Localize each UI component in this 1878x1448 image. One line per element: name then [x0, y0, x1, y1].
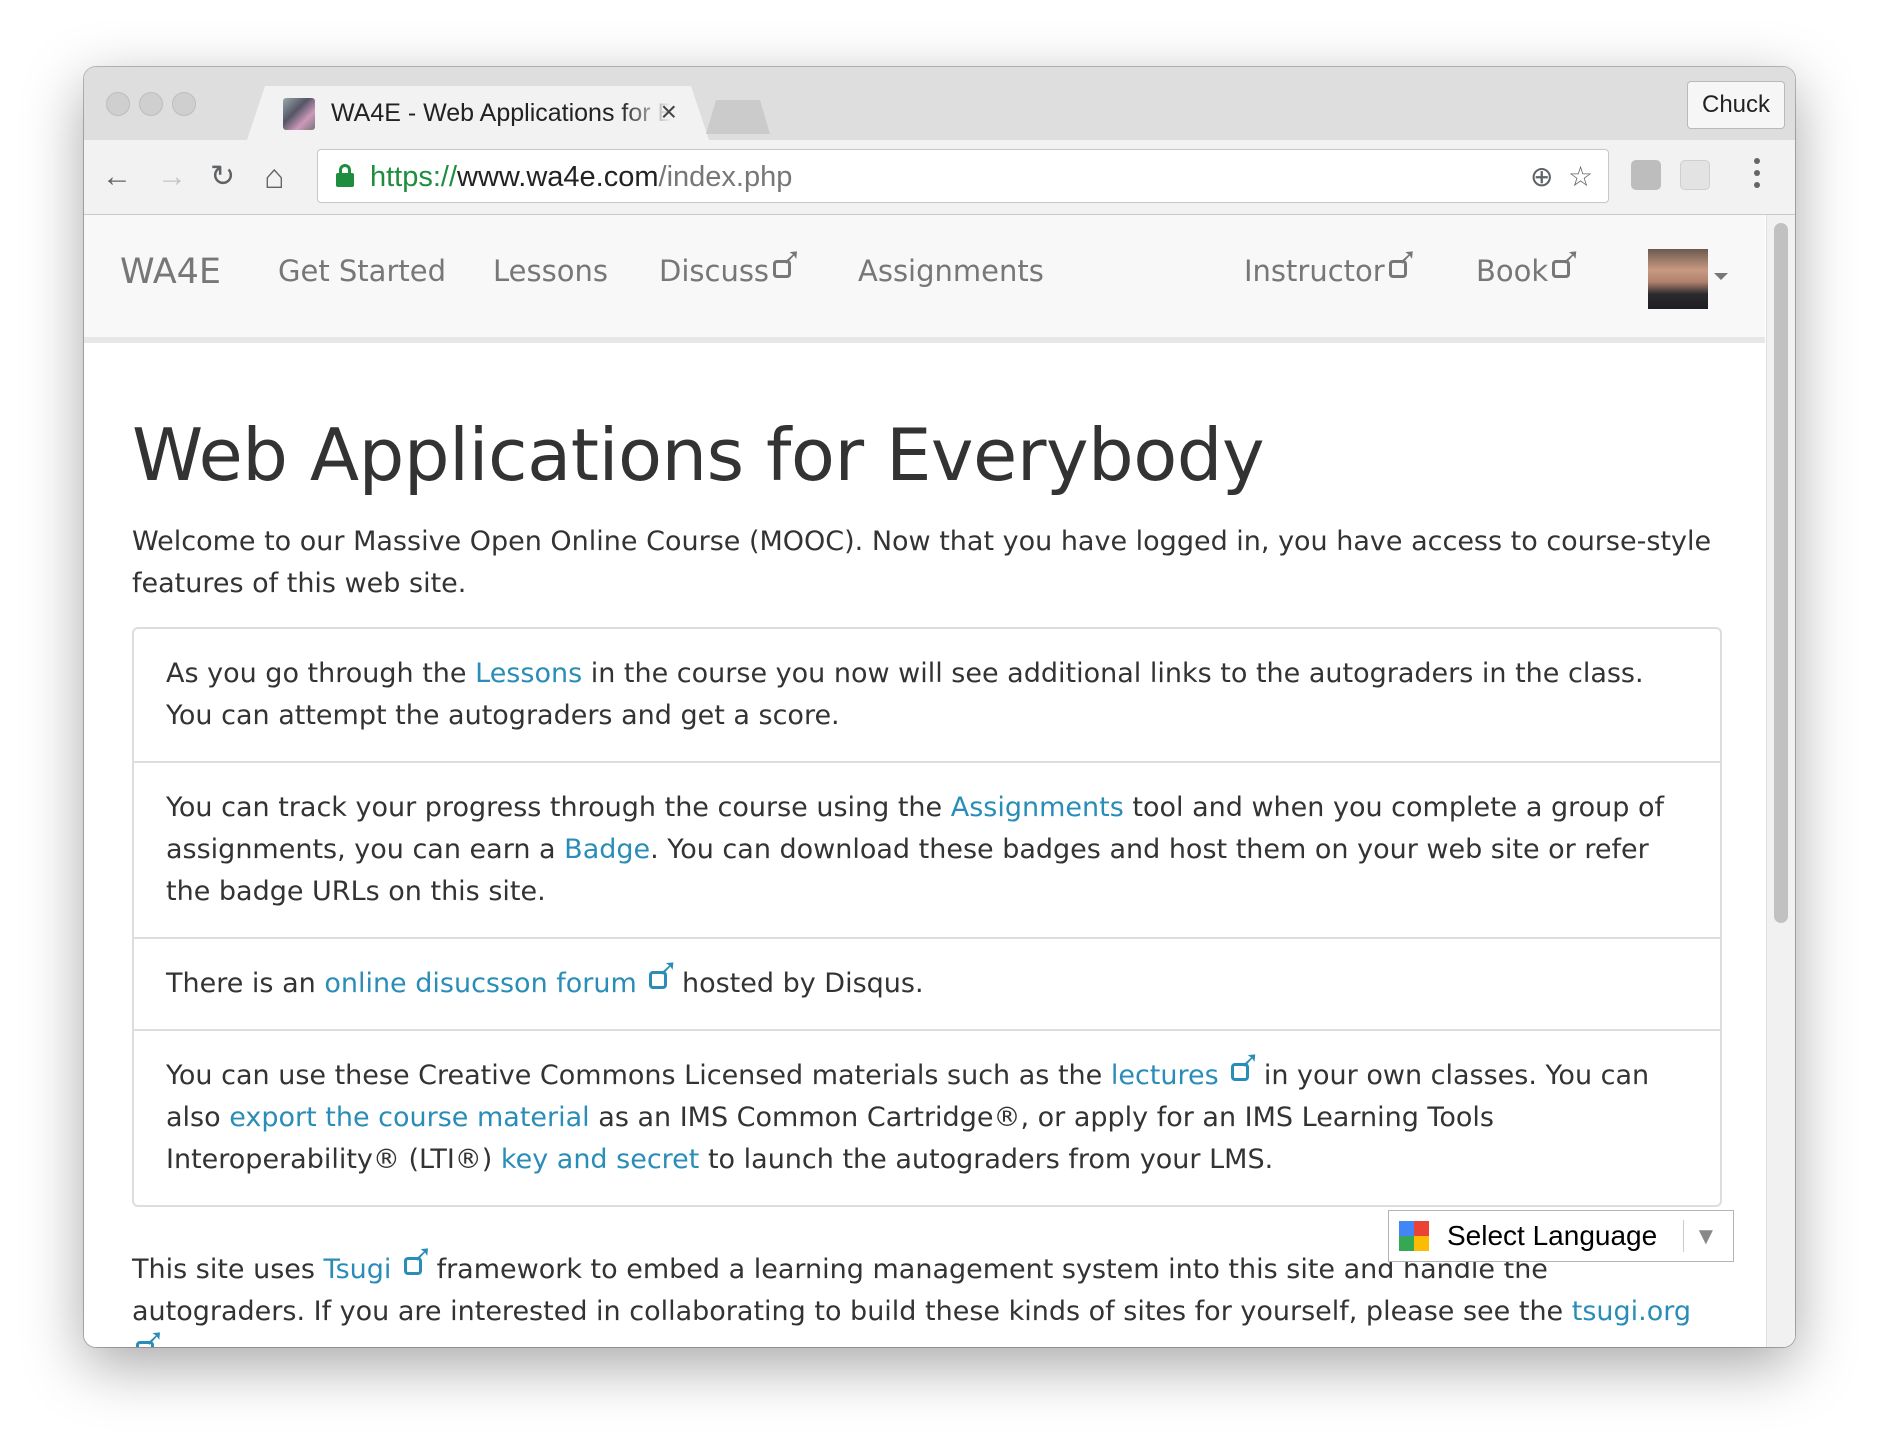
language-select[interactable]: Select Language ▼: [1388, 1210, 1734, 1262]
lessons-link[interactable]: Lessons: [475, 658, 582, 689]
panel-row-lessons: As you go through the Lessons in the cou…: [134, 629, 1720, 761]
home-icon[interactable]: ⌂: [264, 160, 285, 194]
extension-icon-2[interactable]: [1680, 160, 1710, 190]
maximize-window-button[interactable]: [172, 92, 196, 116]
user-avatar[interactable]: [1648, 249, 1708, 309]
chevron-down-icon[interactable]: ▼: [1694, 1223, 1718, 1251]
forum-link[interactable]: online disucsson forum: [324, 957, 677, 999]
intro-paragraph: Welcome to our Massive Open Online Cours…: [132, 526, 1712, 599]
panel-row-assignments: You can track your progress through the …: [134, 761, 1720, 937]
external-link-icon: [1231, 1049, 1259, 1083]
assignments-link[interactable]: Assignments: [951, 792, 1124, 823]
back-icon[interactable]: ←: [102, 160, 132, 194]
export-link[interactable]: export the course material: [229, 1102, 589, 1133]
minimize-window-button[interactable]: [139, 92, 163, 116]
key-secret-link[interactable]: key and secret: [501, 1144, 699, 1175]
browser-menu-icon[interactable]: [1754, 158, 1760, 194]
text: w: [160, 1338, 191, 1347]
tab-title: WA4E - Web Applications for Everybody: [331, 99, 671, 127]
tsugi-link-label: Tsugi: [323, 1254, 392, 1285]
badge-link[interactable]: Badge: [564, 834, 650, 865]
google-translate-icon: [1399, 1221, 1429, 1251]
lectures-link[interactable]: lectures: [1110, 1049, 1259, 1091]
external-link-icon: [1388, 246, 1416, 280]
page-title: Web Applications for Everybody: [132, 413, 1265, 497]
close-window-button[interactable]: [106, 92, 130, 116]
lock-icon: [336, 164, 354, 187]
browser-toolbar: ← → ↻ ⌂ https://www.wa4e.com/index.php ⊕…: [84, 140, 1795, 215]
nav-get-started[interactable]: Get Started: [278, 254, 446, 288]
features-panel: As you go through the Lessons in the cou…: [132, 627, 1722, 1207]
tsugi-paragraph: This site uses Tsugi framework to embed …: [132, 1243, 1722, 1347]
main-content: Web Applications for Everybody Welcome t…: [132, 343, 1722, 1347]
tab-close-icon[interactable]: ×: [661, 96, 677, 128]
browser-tab-active[interactable]: WA4E - Web Applications for Everybody ×: [247, 86, 709, 140]
nav-book[interactable]: Book: [1476, 246, 1580, 288]
url-scheme: https://: [370, 161, 458, 193]
tsugi-link[interactable]: Tsugi: [323, 1243, 432, 1285]
url-text[interactable]: https://www.wa4e.com/index.php: [370, 161, 792, 194]
forum-link-label: online disucsson forum: [324, 968, 637, 999]
panel-row-forum: There is an online disucsson forum hoste…: [134, 937, 1720, 1029]
tab-strip: WA4E - Web Applications for Everybody × …: [84, 67, 1795, 140]
forward-icon[interactable]: →: [157, 160, 187, 194]
browser-window: WA4E - Web Applications for Everybody × …: [84, 67, 1795, 1347]
nav-discuss-label: Discuss: [659, 254, 770, 288]
nav-instructor[interactable]: Instructor: [1244, 246, 1416, 288]
site-brand[interactable]: WA4E: [120, 252, 221, 292]
text: You can track your progress through the …: [166, 792, 951, 823]
text: You can use these Creative Commons Licen…: [166, 1060, 1111, 1091]
external-link-icon: [1552, 246, 1580, 280]
scrollbar[interactable]: [1766, 215, 1795, 1347]
text: This site uses: [132, 1254, 324, 1285]
text: There is an: [166, 968, 325, 999]
nav-discuss[interactable]: Discuss: [659, 246, 800, 288]
external-link-icon: [136, 1327, 163, 1347]
zoom-icon[interactable]: ⊕: [1530, 160, 1553, 193]
reload-icon[interactable]: ↻: [210, 160, 235, 194]
chevron-down-icon[interactable]: [1714, 273, 1728, 280]
url-path: /index.php: [658, 161, 793, 193]
panel-row-materials: You can use these Creative Commons Licen…: [134, 1029, 1720, 1205]
external-link-icon: [649, 957, 677, 991]
tsugi-org-link-label: tsugi.org: [1571, 1296, 1692, 1327]
new-tab-button[interactable]: [706, 100, 770, 134]
url-host: www.wa4e.com: [457, 161, 659, 193]
scrollbar-thumb[interactable]: [1774, 223, 1788, 923]
nav-lessons[interactable]: Lessons: [493, 254, 608, 288]
favicon-icon: [283, 98, 315, 130]
lectures-link-label: lectures: [1110, 1060, 1219, 1091]
language-select-label: Select Language: [1447, 1220, 1658, 1251]
external-link-icon: [773, 246, 800, 280]
divider: [1683, 1220, 1684, 1252]
text: hosted by Disqus.: [673, 968, 924, 999]
bookmark-star-icon[interactable]: ☆: [1568, 160, 1593, 193]
profile-button[interactable]: Chuck: [1687, 81, 1785, 129]
text: to launch the autograders from your LMS.: [699, 1144, 1274, 1175]
site-navbar: WA4E Get Started Lessons Discuss Assignm…: [84, 215, 1765, 343]
external-link-icon: [403, 1243, 431, 1277]
nav-book-label: Book: [1476, 254, 1549, 288]
nav-instructor-label: Instructor: [1244, 254, 1385, 288]
page-viewport: WA4E Get Started Lessons Discuss Assignm…: [84, 215, 1795, 1347]
nav-assignments[interactable]: Assignments: [858, 254, 1044, 288]
extension-icon[interactable]: [1631, 160, 1661, 190]
address-bar[interactable]: https://www.wa4e.com/index.php ⊕ ☆: [317, 149, 1609, 203]
text: As you go through the: [166, 658, 476, 689]
